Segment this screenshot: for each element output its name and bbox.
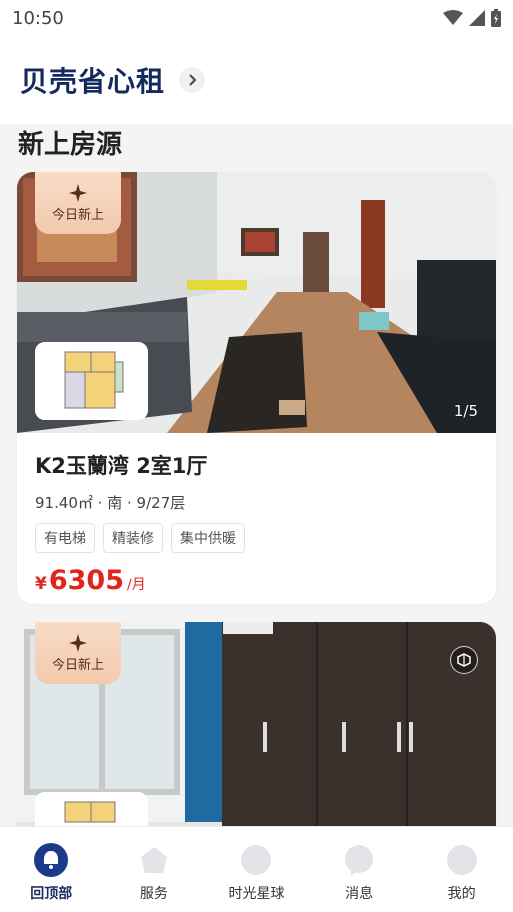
cube-icon <box>457 653 471 667</box>
price-currency: ¥ <box>35 574 47 594</box>
price: ¥ 6305 /月 <box>35 565 478 596</box>
new-today-badge: 今日新上 <box>35 622 121 684</box>
back-to-top-icon <box>34 843 69 877</box>
vr-view-icon[interactable] <box>450 646 478 674</box>
listing-meta: 91.40㎡ · 南 · 9/27层 <box>35 494 186 512</box>
battery-icon <box>491 9 501 27</box>
sparkle-icon <box>69 183 87 202</box>
price-unit: /月 <box>127 577 146 593</box>
nav-label: 时光星球 <box>228 886 285 902</box>
planet-icon <box>239 843 273 877</box>
nav-profile[interactable]: 我的 <box>410 827 513 912</box>
price-value: 6305 <box>48 565 124 596</box>
listing-title: K2玉蘭湾 2室1厅 <box>35 454 208 478</box>
app-header: 贝壳省心租 <box>0 36 513 124</box>
app-screen: 10:50 贝壳省心租 新上房源 今日新上 1/5 K2玉蘭湾 2室1厅 91.… <box>0 0 513 912</box>
status-icons <box>443 9 501 27</box>
floorplan-thumbnail[interactable] <box>35 342 148 420</box>
profile-icon <box>445 843 479 877</box>
nav-message[interactable]: 消息 <box>308 827 411 912</box>
status-bar: 10:50 <box>0 0 513 36</box>
app-title: 贝壳省心租 <box>20 65 166 98</box>
nav-service[interactable]: 服务 <box>103 827 206 912</box>
nav-planet[interactable]: 时光星球 <box>205 827 308 912</box>
sparkle-icon <box>69 633 87 652</box>
bottom-nav: 回顶部 服务 时光星球 消息 我的 <box>0 826 513 912</box>
signal-icon <box>469 10 485 26</box>
wifi-icon <box>443 10 463 25</box>
chevron-right-button[interactable] <box>179 67 206 93</box>
tag-heating: 集中供暖 <box>171 523 245 553</box>
badge-label: 今日新上 <box>51 207 104 223</box>
nav-label: 回顶部 <box>30 886 73 902</box>
section-title: 新上房源 <box>18 130 123 160</box>
tag-elevator: 有电梯 <box>35 523 95 553</box>
badge-label: 今日新上 <box>51 657 104 673</box>
nav-back-to-top[interactable]: 回顶部 <box>0 827 103 912</box>
floorplan-image <box>35 342 148 420</box>
nav-label: 我的 <box>447 886 476 902</box>
new-today-badge: 今日新上 <box>35 172 121 234</box>
nav-label: 消息 <box>345 886 374 902</box>
chevron-right-icon <box>189 74 197 86</box>
listing-info: K2玉蘭湾 2室1厅 91.40㎡ · 南 · 9/27层 有电梯 精装修 集中… <box>35 450 478 596</box>
listing-photo[interactable]: 今日新上 1/5 <box>17 172 496 433</box>
message-icon <box>342 843 376 877</box>
photo-counter: 1/5 <box>453 402 478 420</box>
listing-tags: 有电梯 精装修 集中供暖 <box>35 523 478 553</box>
listing-card[interactable]: 今日新上 1/5 K2玉蘭湾 2室1厅 91.40㎡ · 南 · 9/27层 有… <box>17 172 496 604</box>
tag-renovation: 精装修 <box>103 523 163 553</box>
status-time: 10:50 <box>12 7 64 29</box>
service-icon <box>137 843 171 877</box>
nav-label: 服务 <box>139 886 168 902</box>
